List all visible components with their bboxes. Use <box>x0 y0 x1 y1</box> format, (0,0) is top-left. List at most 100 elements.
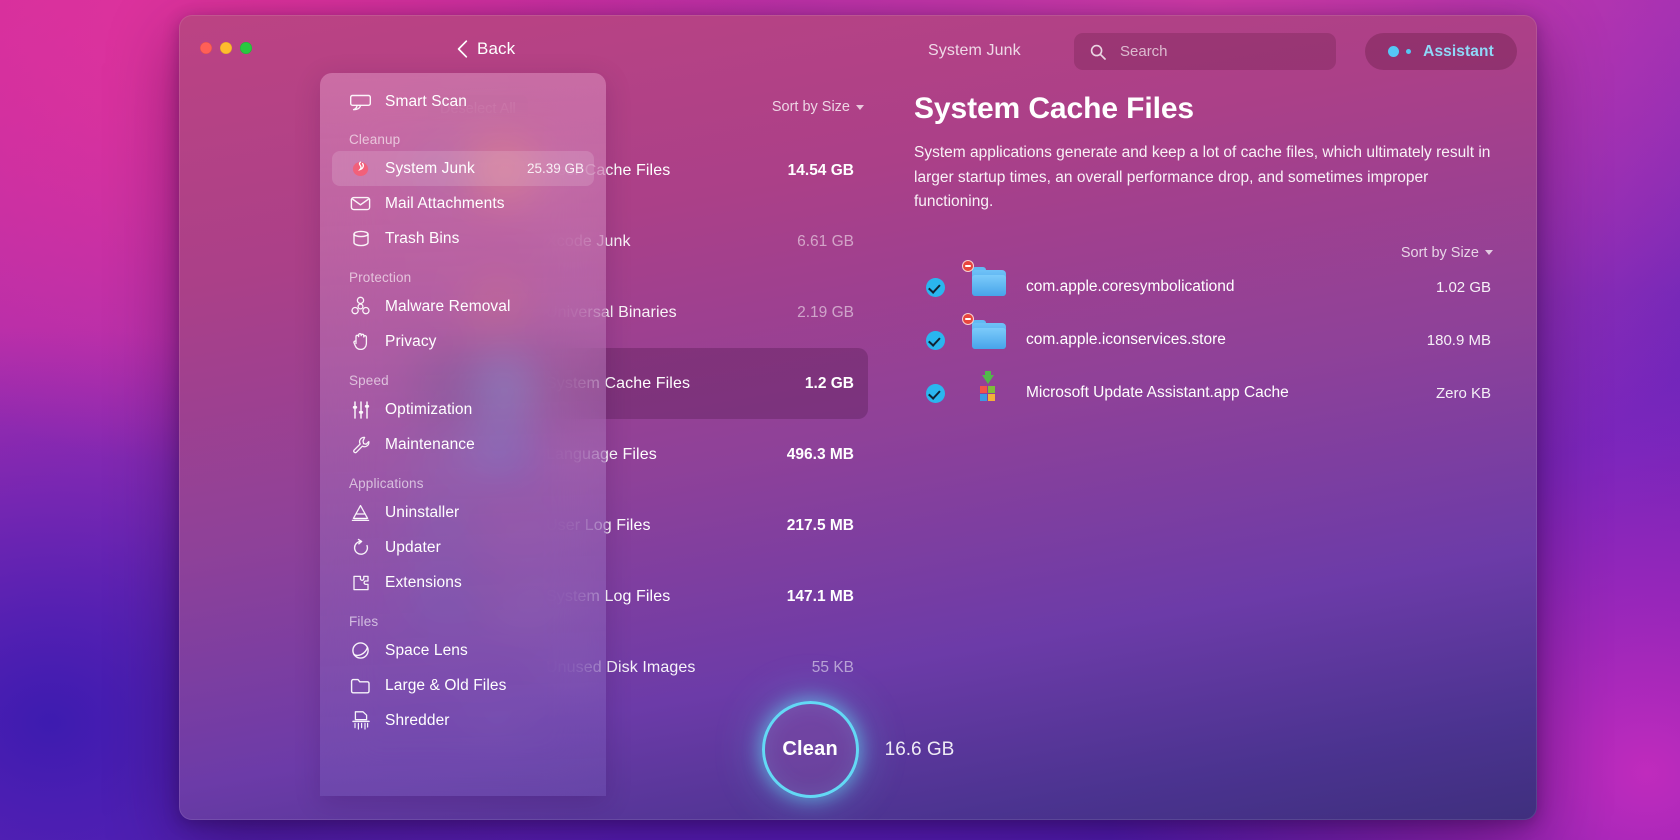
close-button[interactable] <box>200 42 212 54</box>
sidebar-item-maintenance[interactable]: Maintenance <box>332 427 594 462</box>
assistant-dot-large-icon <box>1388 46 1400 57</box>
file-list: com.apple.coresymbolicationd 1.02 GB com… <box>914 260 1501 420</box>
chevron-down-icon <box>1485 250 1493 255</box>
clean-button[interactable]: Clean <box>761 701 859 798</box>
minimize-button[interactable] <box>220 42 232 54</box>
sidebar-label: Maintenance <box>385 435 475 453</box>
category-size: 55 KB <box>811 658 854 676</box>
list-item[interactable]: Microsoft Update Assistant.app Cache Zer… <box>914 367 1501 420</box>
list-item[interactable]: com.apple.coresymbolicationd 1.02 GB <box>914 260 1501 314</box>
file-name: Microsoft Update Assistant.app Cache <box>1026 384 1289 401</box>
file-checkbox[interactable] <box>926 383 945 403</box>
sidebar-label: Trash Bins <box>385 229 460 247</box>
window-controls[interactable] <box>200 42 252 54</box>
folder-blue-icon <box>962 260 1006 304</box>
desktop-wallpaper: Back System Junk Assistant <box>0 0 1680 840</box>
list-item[interactable]: com.apple.iconservices.store 180.9 MB <box>914 313 1501 367</box>
assistant-dot-small-icon <box>1406 49 1412 54</box>
sidebar-item-privacy[interactable]: Privacy <box>332 324 594 359</box>
file-checkbox[interactable] <box>926 277 945 297</box>
sidebar-label: Space Lens <box>385 641 468 659</box>
sidebar-group-cleanup: Cleanup <box>349 132 401 147</box>
sidebar-label: Large & Old Files <box>385 676 507 694</box>
assistant-label: Assistant <box>1423 42 1494 60</box>
sidebar-item-extensions[interactable]: Extensions <box>332 565 594 600</box>
updater-icon <box>349 536 372 559</box>
file-size: Zero KB <box>1435 384 1491 402</box>
shredder-icon <box>349 709 372 732</box>
sidebar-label: Optimization <box>385 400 473 418</box>
sliders-icon <box>349 398 372 421</box>
search-input[interactable] <box>1120 43 1310 60</box>
sort-label: Sort by Size <box>1400 244 1479 261</box>
sidebar-item-large-old-files[interactable]: Large & Old Files <box>332 668 594 703</box>
uninstaller-icon <box>349 501 372 524</box>
sidebar-label: System Junk <box>385 159 475 177</box>
system-junk-icon <box>349 157 372 180</box>
file-size: 1.02 GB <box>1435 278 1491 296</box>
sidebar-item-updater[interactable]: Updater <box>332 530 594 565</box>
space-lens-icon <box>349 639 372 662</box>
sidebar-label: Uninstaller <box>385 503 460 521</box>
sidebar-item-trash-bins[interactable]: Trash Bins <box>332 221 594 256</box>
category-size: 217.5 MB <box>786 516 854 534</box>
puzzle-icon <box>349 571 372 594</box>
trash-icon <box>349 227 372 250</box>
file-name: com.apple.coresymbolicationd <box>1026 278 1235 295</box>
file-name: com.apple.iconservices.store <box>1026 331 1226 348</box>
folder-icon <box>349 674 372 697</box>
category-size: 2.19 GB <box>797 303 854 321</box>
search-icon <box>1090 44 1106 60</box>
microsoft-update-icon <box>972 371 1006 410</box>
folder-blue-icon <box>962 313 1006 357</box>
category-size: 14.54 GB <box>787 161 854 179</box>
category-size: 147.1 MB <box>786 587 854 605</box>
chevron-left-icon <box>457 40 468 58</box>
sidebar-label: Smart Scan <box>385 92 467 110</box>
breadcrumb: System Junk <box>928 42 1021 59</box>
sidebar-label: Mail Attachments <box>385 194 505 212</box>
sidebar-label: Updater <box>385 538 441 556</box>
sidebar-group-files: Files <box>349 614 379 629</box>
biohazard-icon <box>349 295 372 318</box>
sidebar-item-mail-attachments[interactable]: Mail Attachments <box>332 186 594 221</box>
hand-icon <box>349 330 372 353</box>
sidebar-label: Privacy <box>385 332 437 350</box>
detail-description: System applications generate and keep a … <box>914 144 1491 210</box>
sidebar: Smart Scan Cleanup System Junk 25.39 GB <box>320 73 606 796</box>
back-label: Back <box>477 39 516 58</box>
smart-scan-icon <box>349 90 372 113</box>
sort-by-size-dropdown-middle[interactable]: Sort by Size <box>772 99 864 115</box>
sidebar-group-protection: Protection <box>349 270 412 285</box>
assistant-button[interactable]: Assistant <box>1365 33 1517 70</box>
category-size: 496.3 MB <box>786 445 854 463</box>
sidebar-label: Shredder <box>385 711 450 729</box>
zoom-button[interactable] <box>240 42 252 54</box>
sidebar-item-uninstaller[interactable]: Uninstaller <box>332 495 594 530</box>
sidebar-item-space-lens[interactable]: Space Lens <box>332 633 594 668</box>
file-checkbox[interactable] <box>926 330 945 350</box>
app-window: Back System Junk Assistant <box>179 15 1537 820</box>
clean-label: Clean <box>782 738 838 760</box>
sidebar-item-malware-removal[interactable]: Malware Removal <box>332 289 594 324</box>
chevron-down-icon <box>856 104 864 110</box>
sidebar-item-optimization[interactable]: Optimization <box>332 392 594 427</box>
sort-label: Sort by Size <box>771 99 850 115</box>
file-size: 180.9 MB <box>1426 331 1491 349</box>
clean-size-total: 16.6 GB <box>884 738 955 760</box>
sidebar-item-system-junk[interactable]: System Junk 25.39 GB <box>332 151 594 186</box>
wrench-icon <box>349 433 372 456</box>
search-box[interactable] <box>1074 33 1336 70</box>
back-button[interactable]: Back <box>457 39 515 59</box>
sidebar-label: Malware Removal <box>385 297 511 315</box>
page-title: System Cache Files <box>914 92 1195 125</box>
sidebar-group-applications: Applications <box>349 476 424 491</box>
sidebar-size: 25.39 GB <box>526 161 584 176</box>
mail-icon <box>349 192 372 215</box>
sort-by-size-dropdown-detail[interactable]: Sort by Size <box>914 245 1501 261</box>
sidebar-label: Extensions <box>385 573 462 591</box>
category-size: 1.2 GB <box>804 374 854 392</box>
sidebar-item-shredder[interactable]: Shredder <box>332 703 594 738</box>
category-size: 6.61 GB <box>797 232 854 250</box>
sidebar-item-smart-scan[interactable]: Smart Scan <box>332 84 594 119</box>
